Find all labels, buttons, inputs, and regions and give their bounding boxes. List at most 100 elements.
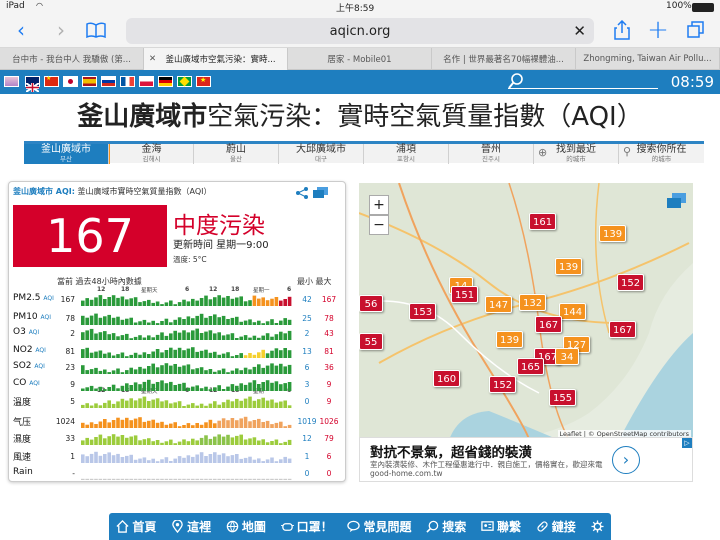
russia-flag-icon[interactable]	[101, 76, 116, 87]
history-bar	[182, 382, 186, 391]
history-bar	[257, 352, 261, 358]
history-bar	[89, 439, 94, 445]
history-bar	[243, 478, 248, 480]
layers-icon[interactable]	[667, 193, 687, 209]
aqi-marker[interactable]: 144	[559, 303, 587, 320]
aqi-marker[interactable]: 147	[485, 296, 513, 313]
city-tab-pohang[interactable]: 浦項 포항시	[364, 144, 449, 164]
nav-contact[interactable]: 聯繫	[481, 518, 521, 535]
france-flag-icon[interactable]	[120, 76, 135, 87]
search-city-button[interactable]: ⚲ 搜索你所在 的城市	[619, 144, 704, 164]
history-bar	[138, 384, 142, 391]
browser-tab[interactable]: Zhongming, Taiwan Air Pollu...	[576, 48, 720, 70]
nav-mask[interactable]: 口罩！	[280, 518, 333, 535]
aqi-marker[interactable]: 167	[535, 316, 563, 333]
flag-icon[interactable]	[4, 76, 19, 87]
ad-arrow-button[interactable]: ›	[612, 446, 640, 474]
aqi-marker[interactable]: 34	[555, 348, 579, 365]
history-bar	[199, 298, 204, 306]
row-min-value: 1	[304, 452, 310, 461]
find-nearest-city-button[interactable]: ⊕ 找到最近 的城市	[534, 144, 619, 164]
germany-flag-icon[interactable]	[158, 76, 173, 87]
history-bar	[191, 438, 195, 445]
city-tab-daegu[interactable]: 大邱廣域市 대구	[279, 144, 364, 164]
search-icon: ⚲	[623, 145, 632, 158]
city-tab-gimhae[interactable]: 金海 김해시	[109, 144, 194, 164]
city-tab-jinju[interactable]: 晉州 진주시	[449, 144, 534, 164]
history-bar	[186, 364, 191, 374]
history-bar	[191, 298, 195, 306]
aqi-marker[interactable]: 55	[359, 333, 383, 350]
history-bar	[248, 337, 252, 340]
aqi-marker[interactable]: 160	[433, 370, 461, 387]
history-bar	[133, 322, 138, 325]
zoom-in-button[interactable]: +	[369, 195, 389, 215]
close-tab-icon[interactable]: ✕	[149, 54, 156, 64]
axis-tick-label: 6	[287, 286, 292, 293]
aqi-marker[interactable]: 155	[549, 389, 577, 406]
back-button[interactable]: ‹	[10, 16, 32, 44]
city-tab-ulsan[interactable]: 蔚山 울산	[194, 144, 279, 164]
china-flag-icon[interactable]: ★	[44, 75, 59, 87]
row-current-value: 167	[60, 295, 75, 304]
nav-map[interactable]: 地圖	[226, 518, 266, 535]
nav-label: 首頁	[132, 520, 157, 534]
city-tab-busan[interactable]: 釜山廣域市 부산	[24, 144, 109, 164]
map[interactable]: + − 161139139561415114713215215314416716…	[359, 183, 693, 440]
bookmarks-button[interactable]	[84, 16, 108, 44]
aqi-marker[interactable]: 139	[555, 258, 583, 275]
aqi-marker[interactable]: 132	[519, 294, 547, 311]
nav-home[interactable]: 首頁	[116, 518, 156, 535]
history-bar	[239, 418, 243, 428]
history-bar	[257, 320, 261, 325]
aqi-marker[interactable]: 139	[599, 225, 627, 242]
history-bar	[111, 355, 116, 358]
history-bar	[257, 399, 261, 408]
brazil-flag-icon[interactable]	[177, 76, 192, 87]
nav-faq[interactable]: 常見問題	[347, 518, 411, 535]
update-time: 更新時间 星期一9:00	[173, 240, 269, 251]
aqi-marker[interactable]: 153	[409, 303, 437, 320]
uk-flag-icon[interactable]	[25, 76, 40, 93]
aqi-marker[interactable]: 56	[359, 295, 383, 312]
tabs-button[interactable]	[684, 16, 708, 44]
spain-flag-icon[interactable]	[82, 76, 97, 87]
vietnam-flag-icon[interactable]: ★	[196, 76, 211, 87]
aqi-marker[interactable]: 167	[609, 321, 637, 338]
browser-tab-active[interactable]: ✕ 釜山廣域市空氣污染：實時...	[144, 48, 288, 70]
browser-tab[interactable]: 台中市 - 我台中人 我驕傲 (第...	[0, 48, 144, 70]
aqi-marker[interactable]: 139	[496, 331, 524, 348]
address-bar[interactable]: aqicn.org ✕	[126, 18, 594, 44]
history-bar	[129, 385, 133, 391]
browser-tab[interactable]: 名作 | 世界最著名70幅裸體油...	[432, 48, 576, 70]
history-bar	[265, 478, 270, 480]
nav-settings[interactable]	[590, 520, 604, 533]
history-bar	[133, 459, 138, 463]
zoom-out-button[interactable]: −	[369, 215, 389, 235]
axis-tick-label: 18	[231, 286, 240, 293]
ad-choices-icon[interactable]: ▷	[682, 438, 692, 448]
ad-title[interactable]: 對抗不景氣，超省錢的裝潢	[370, 441, 532, 461]
history-bar	[208, 299, 213, 306]
widget-icon[interactable]	[313, 187, 329, 199]
aqi-marker[interactable]: 161	[529, 213, 557, 230]
share-icon[interactable]	[295, 186, 309, 200]
new-tab-button[interactable]: +	[646, 15, 670, 45]
japan-flag-icon[interactable]	[63, 76, 78, 87]
ad-banner[interactable]: 對抗不景氣，超省錢的裝潢 室內裝潢裝修、木作工程優惠進行中．親自施工，價格實在，…	[359, 437, 693, 482]
header-search[interactable]	[508, 73, 658, 89]
share-button[interactable]	[610, 16, 634, 44]
nav-links[interactable]: 鏈接	[536, 518, 576, 535]
nav-here[interactable]: 這裡	[171, 518, 211, 535]
card-city[interactable]: 釜山廣域市 AQI:	[13, 187, 75, 196]
forward-button[interactable]: ›	[50, 16, 72, 44]
aqi-marker[interactable]: 152	[489, 376, 517, 393]
aqi-marker[interactable]: 165	[517, 358, 545, 375]
poland-flag-icon[interactable]	[139, 76, 154, 87]
browser-tab[interactable]: 居家 - Mobile01	[288, 48, 432, 70]
aqi-marker[interactable]: 151	[451, 286, 479, 303]
nav-search[interactable]: 搜索	[426, 518, 466, 535]
clear-url-icon[interactable]: ✕	[573, 22, 586, 40]
aqi-marker[interactable]: 152	[617, 274, 645, 291]
history-bar	[98, 295, 103, 306]
